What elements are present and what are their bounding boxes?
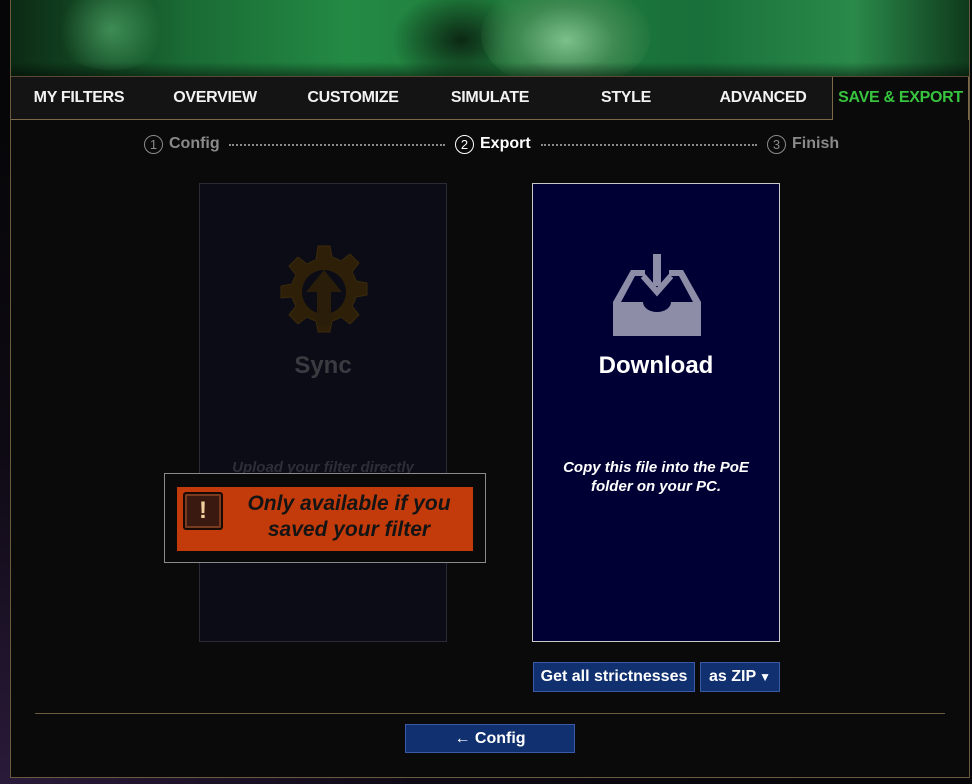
tab-customize[interactable]: CUSTOMIZE [283,77,423,119]
download-option-card[interactable]: Download Copy this file into the PoE fol… [532,183,780,642]
format-select-value: as ZIP [709,668,757,685]
inbox-download-icon [613,254,701,336]
step-number: 1 [144,134,163,154]
step-finish: 3 Finish [767,130,839,158]
tab-style[interactable]: STYLE [557,77,695,119]
tab-advanced[interactable]: ADVANCED [695,77,831,119]
tab-save-export[interactable]: SAVE & EXPORT [832,77,969,120]
step-number: 3 [767,134,786,154]
divider [35,713,945,714]
step-number: 2 [455,134,474,154]
back-to-config-button[interactable]: ← Config [405,724,575,753]
step-config[interactable]: 1 Config [144,130,220,158]
header-banner [11,0,969,76]
sync-option-card: Sync Upload your filter directly [199,183,447,642]
step-label: Config [169,135,220,152]
export-stepper: 1 Config 2 Export 3 Finish [11,130,969,158]
gear-upload-icon [280,245,368,333]
step-connector [541,144,757,146]
exclamation-icon: ! [183,492,223,530]
sync-title: Sync [294,352,352,379]
warning-message: Only available if you saved your filter [247,492,451,541]
step-connector [229,144,445,146]
main-tab-bar: MY FILTERS OVERVIEW CUSTOMIZE SIMULATE S… [11,76,969,120]
format-select[interactable]: as ZIP ▼ [700,662,780,692]
warning-banner: ! Only available if you saved your filte… [177,487,473,551]
warning-tooltip: ! Only available if you saved your filte… [164,473,486,563]
step-export: 2 Export [455,130,531,158]
chevron-down-icon: ▼ [759,670,771,684]
get-all-strictnesses-button[interactable]: Get all strictnesses [533,662,695,692]
step-label: Finish [792,135,840,152]
tab-my-filters[interactable]: MY FILTERS [11,77,147,119]
download-description: Copy this file into the PoE folder on yo… [563,459,749,495]
app-frame: MY FILTERS OVERVIEW CUSTOMIZE SIMULATE S… [10,0,970,778]
tab-simulate[interactable]: SIMULATE [423,77,557,119]
tab-overview[interactable]: OVERVIEW [147,77,283,119]
download-title: Download [598,352,714,379]
step-label: Export [480,135,531,152]
